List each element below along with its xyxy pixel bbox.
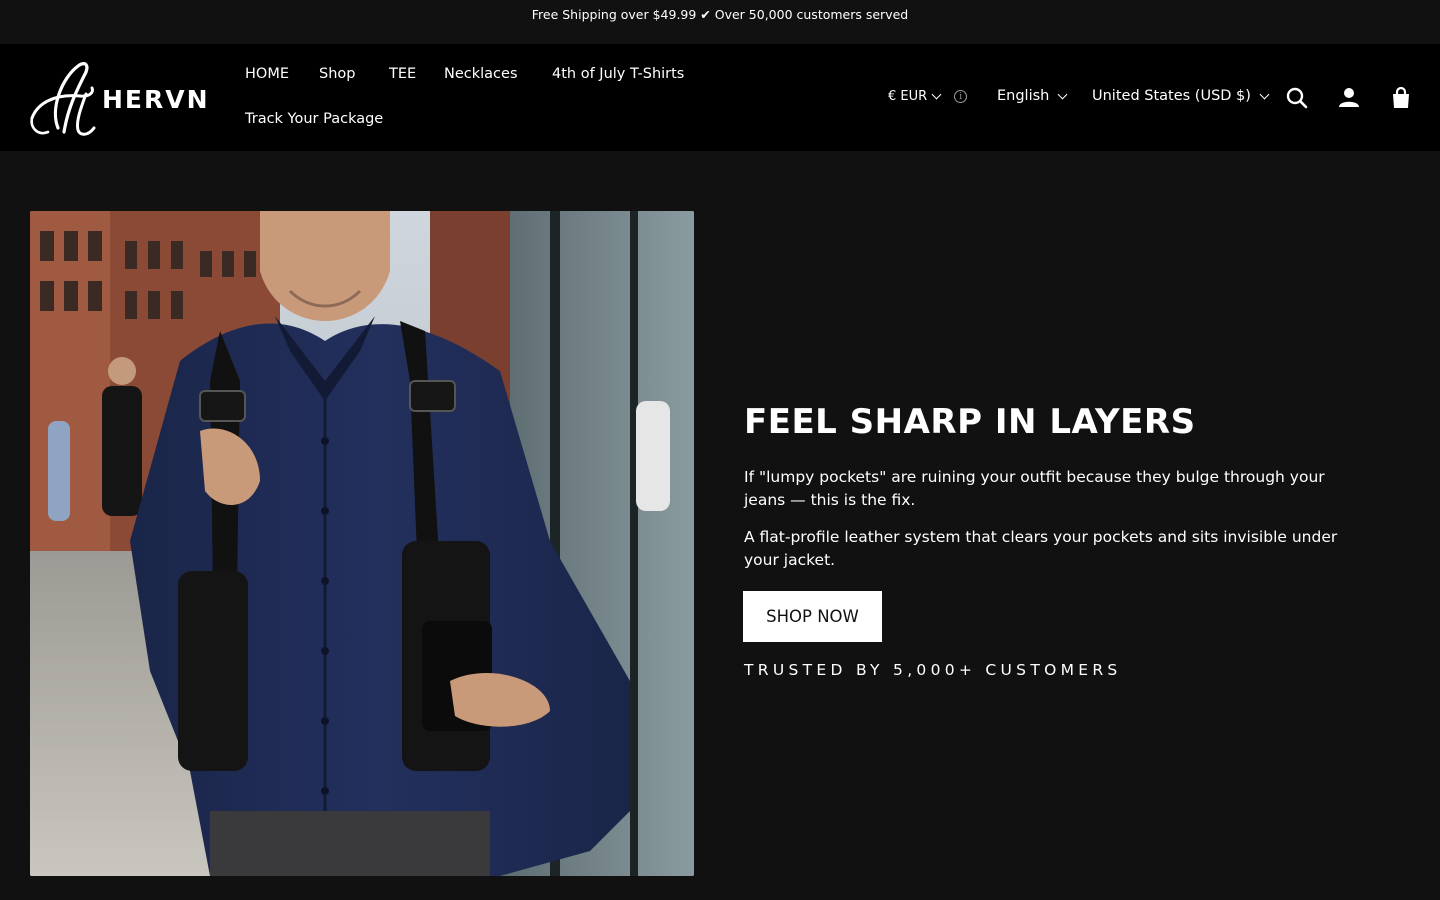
info-icon[interactable]: i <box>954 90 968 103</box>
language-selector[interactable]: English <box>997 88 1068 104</box>
hero-title: FEEL SHARP IN LAYERS <box>744 402 1196 442</box>
trust-badge-text: TRUSTED BY 5,000+ CUSTOMERS <box>744 661 1122 679</box>
brand-wordmark: HERVNS <box>102 85 208 114</box>
announcement-bar: Free Shipping over $49.99 ✔ Over 50,000 … <box>0 0 1440 30</box>
country-selector[interactable]: United States (USD $) <box>1092 88 1270 104</box>
chevron-down-icon <box>931 89 942 100</box>
account-icon[interactable] <box>1337 86 1361 110</box>
country-label: United States (USD $) <box>1092 88 1251 104</box>
nav-item-tee[interactable]: TEE <box>389 66 416 82</box>
hero-image <box>30 211 694 876</box>
hero-paragraph-1: If "lumpy pockets" are ruining your outf… <box>744 468 1325 509</box>
chevron-down-icon <box>1057 89 1068 99</box>
nav-item-4th-of-july[interactable]: 4th of July T-Shirts <box>552 66 684 82</box>
chevron-down-icon <box>1259 89 1270 99</box>
language-label: English <box>997 88 1050 104</box>
search-icon[interactable] <box>1285 86 1309 110</box>
site-header: HERVNS HOME Shop TEE Necklaces 4th of Ju… <box>0 44 1440 151</box>
currency-label: € EUR <box>888 89 928 104</box>
nav-item-home[interactable]: HOME <box>245 66 289 82</box>
hero-paragraph-2: A flat-profile leather system that clear… <box>744 528 1338 569</box>
nav-item-necklaces[interactable]: Necklaces <box>444 66 518 82</box>
brand-logo-mark: HERVNS <box>30 62 208 136</box>
nav-item-shop[interactable]: Shop <box>319 66 355 82</box>
cart-icon[interactable] <box>1389 86 1413 110</box>
shop-now-button[interactable]: SHOP NOW <box>743 591 882 642</box>
brand-logo[interactable]: HERVNS <box>28 58 208 140</box>
currency-selector[interactable]: € EUR i <box>888 89 968 104</box>
nav-item-track-package[interactable]: Track Your Package <box>245 111 383 127</box>
